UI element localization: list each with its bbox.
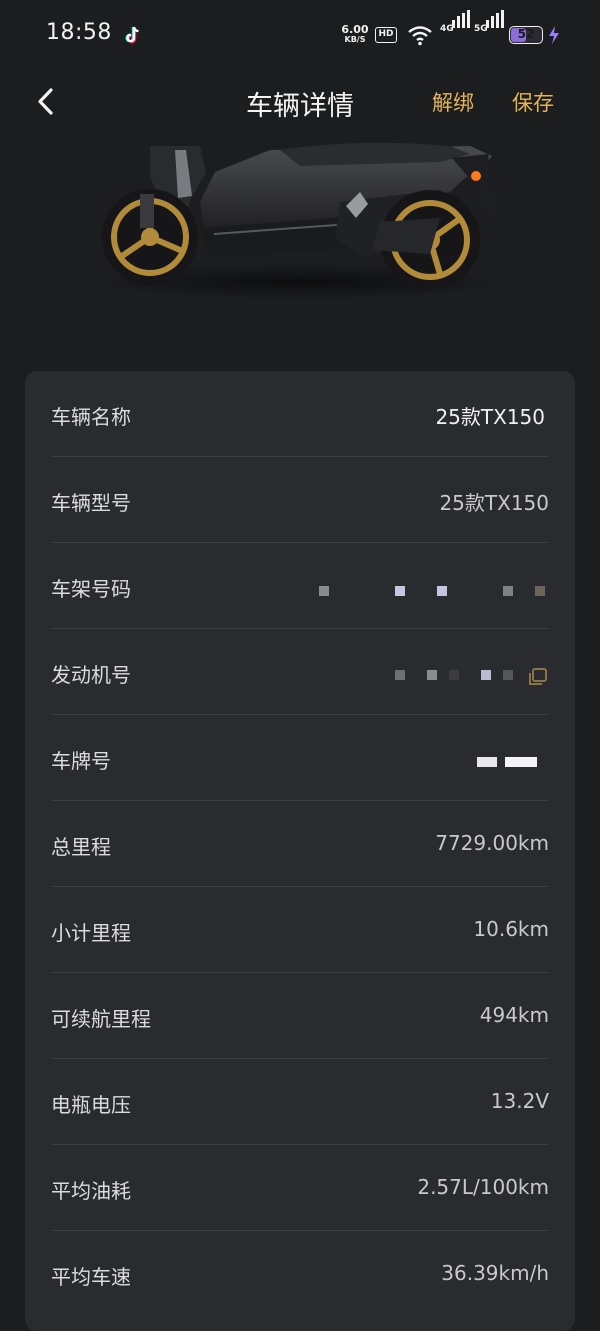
- detail-label: 电瓶电压: [51, 1093, 131, 1117]
- network-speed-value: 6.00: [341, 23, 369, 36]
- avg-fuel-value: 2.57L/100km: [417, 1175, 549, 1199]
- trip-mileage-value: 10.6km: [473, 917, 549, 941]
- remaining-range-value: 494km: [479, 1003, 549, 1027]
- plate-number-redacted: [289, 715, 549, 801]
- frame-number-redacted: [289, 543, 549, 629]
- detail-row-avg-fuel: 平均油耗 2.57L/100km: [51, 1145, 549, 1231]
- detail-label: 车架号码: [51, 577, 131, 601]
- hd-badge: HD: [375, 27, 397, 43]
- page-title: 车辆详情: [246, 91, 354, 122]
- detail-row-battery-voltage: 电瓶电压 13.2V: [51, 1059, 549, 1145]
- detail-label: 平均油耗: [51, 1179, 131, 1203]
- detail-row-plate-number: 车牌号: [51, 715, 549, 801]
- wifi-icon: [408, 26, 432, 46]
- detail-row-trip-mileage: 小计里程 10.6km: [51, 887, 549, 973]
- detail-row-remaining-range: 可续航里程 494km: [51, 973, 549, 1059]
- copy-icon[interactable]: [527, 667, 549, 687]
- detail-row-total-mileage: 总里程 7729.00km: [51, 801, 549, 887]
- detail-row-avg-speed: 平均车速 36.39km/h: [51, 1231, 549, 1317]
- detail-row-frame-number: 车架号码: [51, 543, 549, 629]
- status-bar: 18:58 6.00 KB/S HD 4G 5G 52: [0, 0, 600, 72]
- signal-5g-icon: 5G: [474, 10, 504, 46]
- charging-icon: [549, 26, 559, 44]
- chevron-left-icon: [38, 88, 53, 115]
- battery-icon: 52: [509, 26, 543, 44]
- signal-4g-icon: 4G: [440, 10, 470, 46]
- engine-number-redacted: [289, 629, 549, 715]
- save-button[interactable]: 保存: [512, 87, 554, 117]
- avg-speed-value: 36.39km/h: [441, 1261, 549, 1285]
- detail-label: 总里程: [51, 835, 111, 859]
- detail-row-engine-number: 发动机号: [51, 629, 549, 715]
- battery-voltage-value: 13.2V: [490, 1089, 549, 1113]
- detail-label: 发动机号: [51, 663, 131, 687]
- detail-row-vehicle-model: 车辆型号 25款TX150: [51, 457, 549, 543]
- scooter-illustration: [90, 142, 510, 300]
- status-time: 18:58: [46, 20, 112, 45]
- vehicle-name-value[interactable]: 25款TX150: [435, 401, 545, 430]
- detail-row-vehicle-name[interactable]: 车辆名称 25款TX150: [51, 371, 549, 457]
- vehicle-details-card: 车辆名称 25款TX150 车辆型号 25款TX150 车架号码 发动机号 车牌…: [25, 371, 575, 1331]
- nav-bar: 车辆详情 解绑 保存: [0, 72, 600, 132]
- vehicle-model-value: 25款TX150: [439, 491, 549, 515]
- network-speed: 6.00 KB/S: [340, 23, 370, 45]
- unbind-button[interactable]: 解绑: [432, 87, 474, 117]
- back-button[interactable]: [30, 82, 66, 122]
- detail-label: 可续航里程: [51, 1007, 151, 1031]
- detail-label: 小计里程: [51, 921, 131, 945]
- detail-label: 车牌号: [51, 749, 111, 773]
- vehicle-image: [0, 132, 600, 364]
- detail-label: 车辆名称: [51, 405, 131, 429]
- battery-level: 52: [517, 27, 535, 41]
- detail-label: 平均车速: [51, 1265, 131, 1289]
- total-mileage-value: 7729.00km: [435, 831, 549, 855]
- network-speed-unit: KB/S: [344, 35, 366, 44]
- tiktok-icon: [125, 26, 139, 44]
- detail-label: 车辆型号: [51, 491, 131, 515]
